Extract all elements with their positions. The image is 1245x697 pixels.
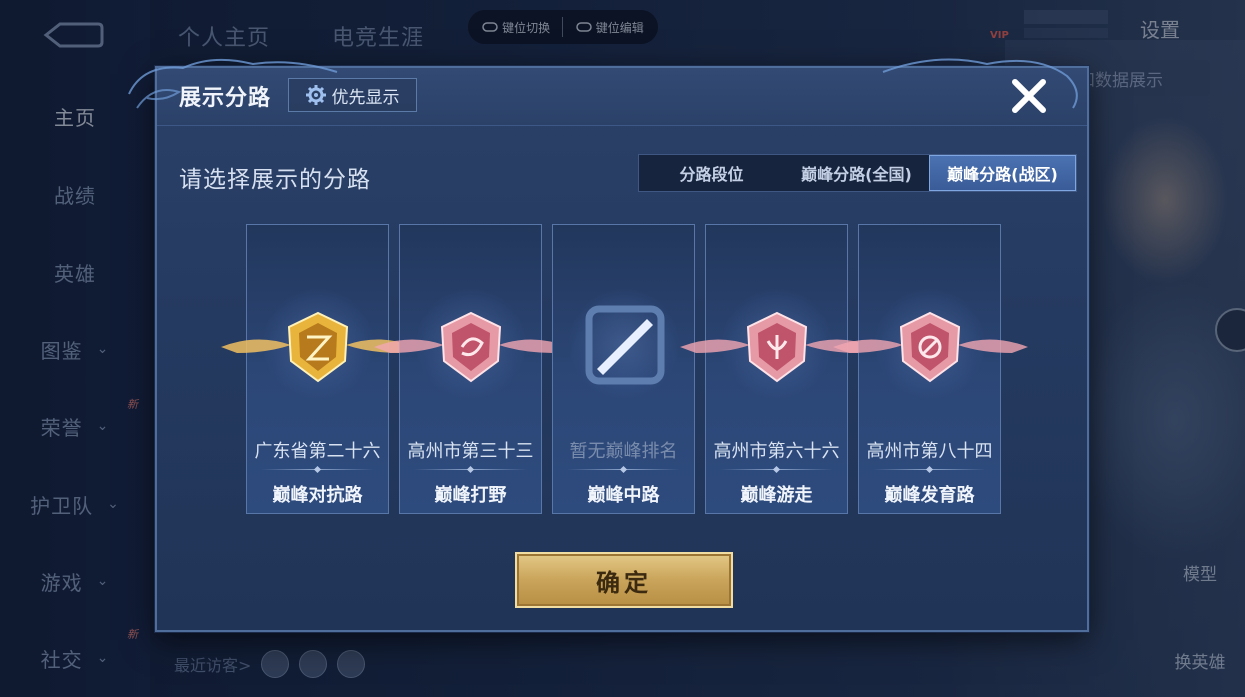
rank-text: 广东省第二十六 bbox=[254, 441, 381, 462]
lane-name: 巅峰中路 bbox=[587, 485, 660, 506]
lane-card-roam[interactable]: 高州市第六十六 巅峰游走 bbox=[680, 224, 875, 514]
gear-icon bbox=[305, 85, 326, 105]
rank-text: 高州市第三十三 bbox=[407, 441, 534, 462]
dialog-title: 展示分路 bbox=[179, 86, 272, 111]
rank-text: 暂无巅峰排名 bbox=[569, 441, 678, 462]
divider bbox=[414, 469, 527, 470]
confirm-button[interactable]: 确定 bbox=[515, 552, 733, 608]
tab-peak-national[interactable]: 巅峰分路(全国) bbox=[784, 155, 929, 191]
tab-peak-region[interactable]: 巅峰分路(战区) bbox=[929, 155, 1076, 191]
lane-card-mid[interactable]: 暂无巅峰排名 巅峰中路 bbox=[552, 224, 695, 514]
lane-name: 巅峰发育路 bbox=[884, 485, 975, 506]
show-lane-dialog: 展示分路 优先显示 请选择展示的分路 分路段位 巅峰分路(全国) 巅峰分路(战区… bbox=[128, 58, 1089, 632]
lane-name: 巅峰对抗路 bbox=[272, 485, 363, 506]
pink-crest-icon bbox=[833, 311, 1028, 383]
divider bbox=[873, 469, 986, 470]
lane-card-adc[interactable]: 高州市第八十四 巅峰发育路 bbox=[833, 224, 1028, 514]
section-prompt: 请选择展示的分路 bbox=[179, 167, 371, 193]
divider bbox=[567, 469, 680, 470]
tab-lane-rank[interactable]: 分路段位 bbox=[639, 155, 784, 191]
segment-control: 分路段位 巅峰分路(全国) 巅峰分路(战区) bbox=[638, 154, 1077, 192]
rank-text: 高州市第八十四 bbox=[866, 441, 993, 462]
lane-card-top[interactable]: 广东省第二十六 巅峰对抗路 bbox=[221, 224, 416, 514]
lane-name: 巅峰打野 bbox=[434, 485, 507, 506]
lane-card-jungle[interactable]: 高州市第三十三 巅峰打野 bbox=[374, 224, 569, 514]
lane-name: 巅峰游走 bbox=[740, 485, 813, 506]
close-icon[interactable] bbox=[1007, 74, 1051, 118]
divider bbox=[720, 469, 833, 470]
rank-text: 高州市第六十六 bbox=[713, 441, 840, 462]
priority-display-button[interactable]: 优先显示 bbox=[288, 78, 417, 112]
divider bbox=[261, 469, 374, 470]
